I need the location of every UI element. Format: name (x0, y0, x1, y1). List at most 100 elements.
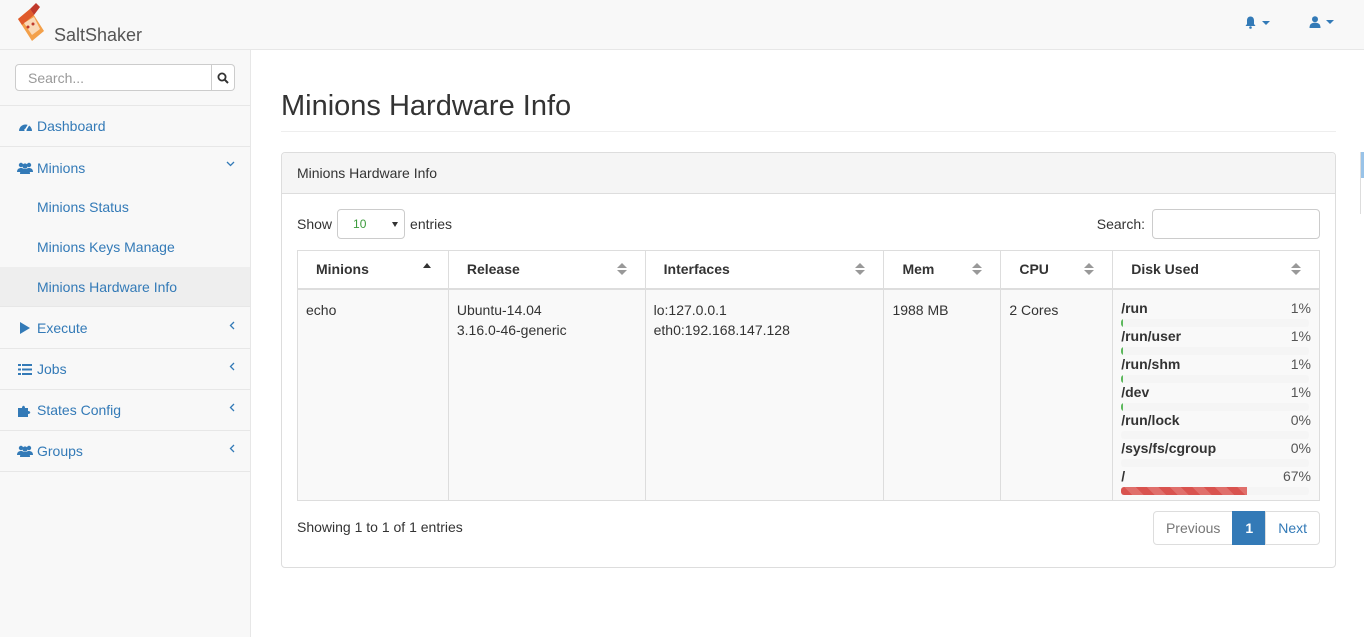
cell-cpu: 2 Cores (1000, 288, 1114, 501)
dashboard-icon (17, 120, 33, 132)
disk-usage-item: /run/user 1% (1121, 328, 1311, 356)
dropdown-arrow-icon (392, 222, 399, 227)
sidebar-item-label: Groups (37, 443, 83, 459)
sort-icon (1084, 263, 1095, 275)
chevron-left-icon (229, 362, 235, 371)
disk-usage-item: /dev 1% (1121, 384, 1311, 412)
table-search-input[interactable] (1152, 209, 1320, 239)
side-scroll-tab[interactable] (1360, 152, 1364, 214)
user-icon (1309, 16, 1321, 28)
search-input[interactable] (15, 64, 212, 91)
sidebar-item-label: Minions (37, 159, 86, 176)
list-icon (17, 363, 33, 375)
cell-disk-used: /run 1% /run/user 1% /run/shm 1% /dev 1% /ru… (1112, 288, 1320, 501)
disk-percent: 1% (1290, 299, 1311, 316)
show-label: Show (297, 216, 333, 232)
sidebar-subitem-label: Minions Status (37, 199, 129, 215)
cell-release: Ubuntu-14.04 3.16.0-46-generic (447, 288, 646, 501)
sidebar-subitem-label: Minions Hardware Info (37, 278, 178, 295)
column-header-disk-used[interactable]: Disk Used (1112, 250, 1320, 290)
sort-asc-icon (422, 263, 431, 268)
disk-progress-bar (1121, 458, 1310, 467)
users-icon (17, 162, 33, 174)
sidebar-item-groups[interactable]: Groups (0, 431, 250, 472)
search-button[interactable] (212, 64, 235, 91)
sidebar-subitem-minions-hardware[interactable]: Minions Hardware Info (0, 267, 250, 307)
cell-interfaces: lo:127.0.0.1 eth0:192.168.147.128 (644, 288, 885, 501)
divider (281, 131, 1336, 132)
chevron-down-icon (1326, 20, 1334, 24)
chevron-down-icon (226, 161, 235, 167)
sort-icon (855, 263, 866, 275)
disk-usage-item: /run/lock 0% (1121, 412, 1311, 440)
release-kernel: 3.16.0-46-generic (456, 321, 567, 338)
entries-select[interactable]: 10 (337, 209, 406, 239)
sidebar-item-execute[interactable]: Execute (0, 308, 250, 349)
disk-usage-item: /sys/fs/cgroup 0% (1121, 440, 1311, 468)
disk-usage-item: /run 1% (1121, 300, 1311, 328)
panel-heading: Minions Hardware Info (282, 153, 1335, 194)
disk-mount: /run/lock (1121, 411, 1180, 428)
release-os: Ubuntu-14.04 (456, 301, 542, 318)
column-header-minions[interactable]: Minions (297, 250, 449, 290)
sidebar-subitem-label: Minions Keys Manage (37, 239, 175, 255)
sidebar-item-minions[interactable]: Minions (0, 147, 250, 188)
table-row: echo Ubuntu-14.04 3.16.0-46-generic lo:12… (297, 288, 1320, 501)
disk-percent: 1% (1290, 355, 1311, 372)
column-header-label: CPU (1019, 261, 1049, 278)
previous-page-button[interactable]: Previous (1152, 511, 1234, 545)
disk-mount: /run/shm (1121, 355, 1181, 372)
page-title: Minions Hardware Info (281, 90, 572, 122)
column-header-mem[interactable]: Mem (883, 250, 1002, 290)
search-icon (217, 72, 229, 84)
user-dropdown[interactable] (1309, 16, 1334, 28)
entries-length-control: Show 10 entries (297, 209, 452, 239)
disk-mount: / (1121, 467, 1126, 484)
sidebar-item-jobs[interactable]: Jobs (0, 349, 250, 390)
minion-name: echo (306, 301, 337, 318)
search-group (15, 64, 235, 91)
sidebar-subitem-minions-status[interactable]: Minions Status (0, 187, 250, 227)
top-navbar: SaltShaker (0, 0, 1364, 50)
disk-usage-item: / 67% (1121, 468, 1311, 496)
disk-percent: 0% (1290, 439, 1311, 456)
cell-mem: 1988 MB (883, 288, 1002, 501)
brand[interactable]: SaltShaker (14, 3, 142, 44)
sidebar-subitem-minions-keys[interactable]: Minions Keys Manage (0, 227, 250, 267)
sort-icon (1291, 263, 1301, 275)
column-header-cpu[interactable]: CPU (1000, 250, 1114, 290)
page-button-current[interactable]: 1 (1232, 511, 1267, 545)
sort-icon (972, 263, 983, 275)
column-header-label: Interfaces (663, 261, 730, 278)
pagination: Previous 1 Next (1152, 511, 1320, 545)
sort-icon (616, 263, 627, 275)
sidebar: Dashboard Minions Minions Status Minions… (0, 50, 251, 637)
sidebar-item-states-config[interactable]: States Config (0, 390, 250, 431)
disk-mount: /sys/fs/cgroup (1121, 439, 1217, 456)
column-header-release[interactable]: Release (447, 250, 646, 290)
disk-percent: 1% (1290, 327, 1311, 344)
notifications-dropdown[interactable] (1244, 16, 1270, 29)
sidebar-item-dashboard[interactable]: Dashboard (0, 106, 250, 147)
salt-shaker-logo (18, 3, 44, 41)
column-header-label: Release (466, 261, 520, 278)
play-icon (17, 322, 33, 334)
disk-progress-fill (1121, 486, 1248, 495)
column-header-interfaces[interactable]: Interfaces (644, 250, 885, 290)
table-info: Showing 1 to 1 of 1 entries (297, 519, 463, 535)
interface-entry: lo:127.0.0.1 (653, 301, 727, 318)
chevron-left-icon (229, 403, 235, 412)
next-page-button[interactable]: Next (1265, 511, 1320, 545)
disk-mount: /run/user (1121, 327, 1182, 344)
disk-progress-bar (1121, 486, 1310, 495)
bell-icon (1245, 16, 1256, 29)
chevron-down-icon (1262, 20, 1270, 25)
entries-select-value: 10 (353, 217, 367, 231)
sidebar-item-label: Execute (37, 320, 88, 336)
disk-progress-bar (1121, 374, 1310, 383)
column-header-label: Mem (902, 261, 935, 278)
users-icon (17, 445, 33, 457)
chevron-left-icon (229, 444, 235, 453)
disk-usage-item: /run/shm 1% (1121, 356, 1311, 384)
hardware-panel: Minions Hardware Info Show 10 entries Se… (281, 152, 1336, 568)
